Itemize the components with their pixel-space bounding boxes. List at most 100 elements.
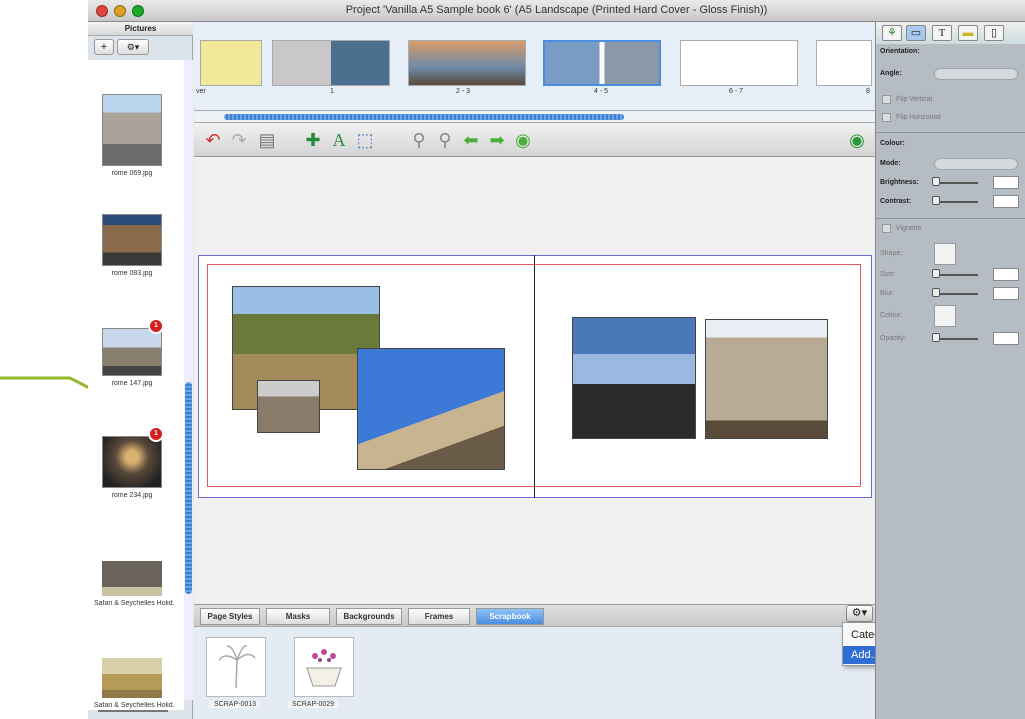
page-label: 4 - 5 — [594, 88, 609, 95]
zoom-in-icon[interactable]: ⚲ — [434, 129, 456, 151]
inspector-panel: ⚘ ▭ T ▬ ▯ Orientation: Angle: Flip Verti… — [875, 22, 1025, 719]
tab-picture-icon[interactable]: ⚘ — [882, 25, 902, 41]
tab-scrapbook[interactable]: Scrapbook — [476, 608, 544, 625]
next-page-icon[interactable]: ➡ — [486, 129, 508, 151]
tab-masks[interactable]: Masks — [266, 608, 330, 625]
scrapbook-tray: SCRAP-0013 SCRAP-0029 — [194, 626, 875, 719]
page-thumb-2-3[interactable] — [408, 40, 526, 86]
library-gear-menu-button[interactable]: ⚙▾ — [846, 605, 873, 622]
zoom-out-icon[interactable]: ⚲ — [408, 129, 430, 151]
vignette-shape-well[interactable] — [934, 243, 956, 265]
tab-backgrounds[interactable]: Backgrounds — [336, 608, 402, 625]
page-thumb-6-7[interactable] — [680, 40, 798, 86]
picture-item[interactable]: 1 rome 147.jpg — [102, 318, 164, 387]
picture-list: rome 069.jpg rome 083.jpg 1 rome 147.jpg… — [88, 60, 184, 710]
contrast-value-field[interactable] — [993, 195, 1019, 208]
add-picture-button[interactable]: + — [94, 39, 114, 55]
brightness-value-field[interactable] — [993, 176, 1019, 189]
mode-select[interactable] — [934, 158, 1018, 170]
add-picture-icon[interactable]: ✚ — [302, 129, 324, 151]
picture-thumbnail — [102, 328, 162, 376]
picture-list-scrollbar[interactable] — [184, 60, 193, 700]
tab-shape-icon[interactable]: ▬ — [958, 25, 978, 41]
tab-page-icon[interactable]: ▯ — [984, 25, 1004, 41]
opacity-label: Opacity: — [880, 335, 906, 342]
tab-page-styles[interactable]: Page Styles — [200, 608, 260, 625]
flip-horizontal-checkbox[interactable] — [882, 113, 891, 122]
photo-pantheon[interactable] — [705, 319, 828, 439]
picture-item[interactable]: rome 083.jpg — [102, 214, 162, 277]
scrapbook-item-flower-basket[interactable] — [294, 637, 354, 697]
page-label: 6 - 7 — [729, 88, 744, 95]
picture-caption: rome 083.jpg — [111, 270, 153, 277]
page-label: 2 - 3 — [456, 88, 471, 95]
tab-text-icon[interactable]: T — [932, 25, 952, 41]
window-title: Project 'Vanilla A5 Sample book 6' (A5 L… — [345, 4, 768, 16]
picture-thumbnail — [102, 552, 162, 596]
tab-frames[interactable]: Frames — [408, 608, 470, 625]
redo-icon[interactable]: ↷ — [228, 129, 250, 151]
vignette-blur-slider-knob[interactable] — [932, 288, 940, 297]
page-thumb-1[interactable] — [272, 40, 390, 86]
usage-badge: 1 — [148, 318, 164, 334]
pictures-gear-menu-button[interactable]: ⚙▾ — [117, 39, 149, 55]
page-label: ver — [196, 88, 206, 95]
page-label: 1 — [330, 88, 334, 95]
picture-thumbnail — [102, 658, 162, 698]
page-thumb-cover[interactable] — [200, 40, 262, 86]
tab-frame-icon[interactable]: ▭ — [906, 25, 926, 41]
thumbnail-size-slider[interactable] — [98, 710, 168, 712]
pictures-panel-title: Pictures — [88, 22, 193, 36]
photo-column[interactable] — [572, 317, 696, 439]
flip-vertical-label: Flip Vertical — [896, 96, 933, 103]
picture-caption: rome 147.jpg — [111, 380, 153, 387]
vignette-colour-label: Colour: — [880, 312, 903, 319]
shape-label: Shape: — [880, 250, 903, 257]
page-strip-scrollbar[interactable] — [194, 111, 875, 123]
picture-caption: rome 234.jpg — [111, 492, 153, 499]
picture-item[interactable]: 1 rome 234.jpg — [102, 426, 164, 499]
add-text-icon[interactable]: A — [328, 129, 350, 151]
vignette-opacity-slider-knob[interactable] — [932, 333, 940, 342]
scrapbook-caption: SCRAP-0029 — [288, 701, 339, 708]
vignette-size-slider-knob[interactable] — [932, 269, 940, 278]
vignette-blur-value-field[interactable] — [993, 287, 1019, 300]
library-tab-bar: Page Styles Masks Backgrounds Frames Scr… — [194, 604, 875, 626]
brightness-slider-knob[interactable] — [932, 177, 940, 186]
vignette-opacity-value-field[interactable] — [993, 332, 1019, 345]
previous-page-icon[interactable]: ⬅ — [460, 129, 482, 151]
contrast-slider-knob[interactable] — [932, 196, 940, 205]
cart-icon[interactable]: ◉ — [846, 129, 868, 151]
page-thumb-4-5[interactable] — [543, 40, 661, 86]
play-icon[interactable]: ◉ — [512, 129, 534, 151]
page-label: 8 — [866, 88, 870, 95]
vignette-checkbox[interactable] — [882, 224, 891, 233]
title-bar: Project 'Vanilla A5 Sample book 6' (A5 L… — [88, 0, 1025, 22]
picture-item[interactable]: Safari & Seychelles Holid... — [94, 658, 174, 709]
flip-vertical-checkbox[interactable] — [882, 95, 891, 104]
photo-blue-sky-rocks[interactable] — [357, 348, 505, 470]
picture-thumbnail — [102, 214, 162, 266]
page-strip-scroll-thumb[interactable] — [224, 114, 624, 120]
picture-list-scroll-thumb[interactable] — [185, 382, 192, 594]
page-thumb-8[interactable] — [816, 40, 872, 86]
picture-item[interactable]: Safari & Seychelles Holid... — [94, 552, 174, 607]
picture-caption: rome 069.jpg — [111, 170, 153, 177]
add-shape-icon[interactable]: ⬚ — [354, 129, 376, 151]
vignette-colour-well[interactable] — [934, 305, 956, 327]
angle-select[interactable] — [934, 68, 1018, 80]
vignette-size-value-field[interactable] — [993, 268, 1019, 281]
angle-label: Angle: — [880, 70, 902, 77]
picture-item[interactable]: rome 069.jpg — [102, 94, 162, 177]
trash-icon[interactable]: ▤ — [256, 129, 278, 151]
page-strip: ver 1 2 - 3 4 - 5 6 - 7 8 — [194, 22, 875, 111]
usage-badge: 1 — [148, 426, 164, 442]
undo-icon[interactable]: ↶ — [202, 129, 224, 151]
picture-thumbnail — [102, 436, 162, 488]
photo-ruins[interactable] — [257, 380, 320, 433]
size-label: Size: — [880, 271, 896, 278]
picture-caption: Safari & Seychelles Holid... — [94, 702, 174, 709]
picture-thumbnail — [102, 94, 162, 166]
inspector-tab-bar: ⚘ ▭ T ▬ ▯ — [876, 22, 1025, 44]
scrapbook-item-palm[interactable] — [206, 637, 266, 697]
